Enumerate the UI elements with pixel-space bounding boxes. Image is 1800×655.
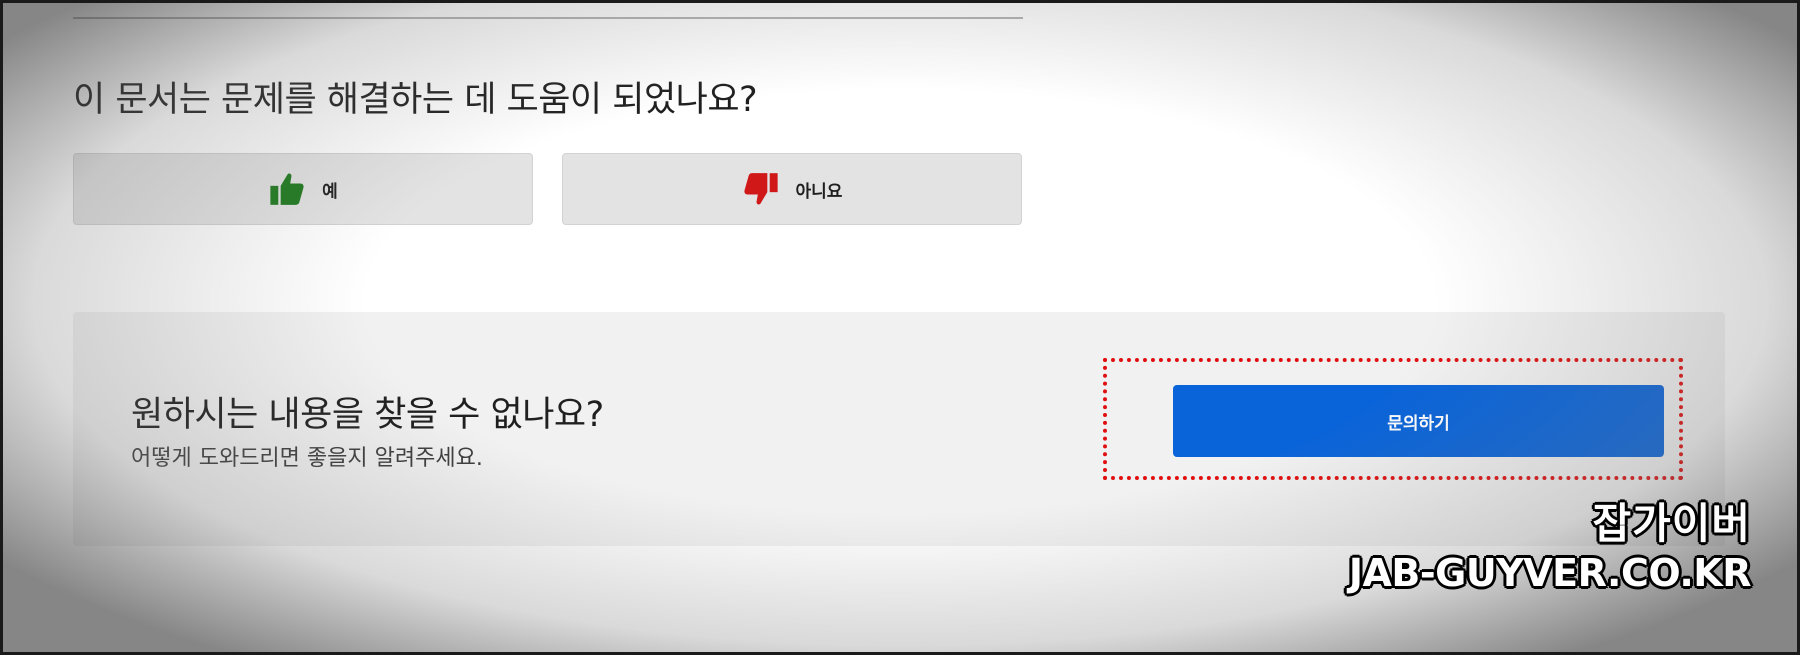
feedback-no-label: 아니요 — [795, 181, 843, 202]
feedback-question: 이 문서는 문제를 해결하는 데 도움이 되었나요? — [73, 80, 758, 120]
thumbs-up-icon — [270, 173, 304, 205]
feedback-no-button[interactable]: 아니요 — [562, 153, 1022, 225]
help-subtitle: 어떻게 도와드리면 좋을지 알려주세요. — [131, 446, 483, 471]
help-title: 원하시는 내용을 찾을 수 없나요? — [131, 395, 604, 435]
feedback-yes-label: 예 — [322, 181, 338, 202]
highlight-annotation — [1103, 358, 1683, 480]
watermark-name: 잡가이버 — [1592, 499, 1751, 548]
divider — [73, 17, 1023, 19]
watermark-url: JAB-GUYVER.CO.KR — [1348, 551, 1752, 595]
thumbs-down-icon — [743, 173, 778, 205]
screenshot-frame: 이 문서는 문제를 해결하는 데 도움이 되었나요? 예 아니요 원하시는 내용… — [0, 0, 1800, 655]
feedback-yes-button[interactable]: 예 — [73, 153, 533, 225]
